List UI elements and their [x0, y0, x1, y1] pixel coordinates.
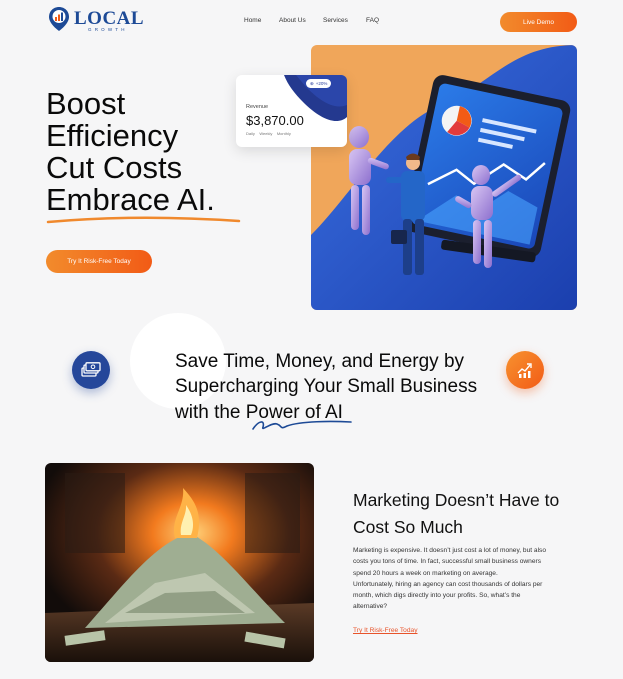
revenue-growth-badge: ⊕ +20% — [306, 79, 332, 88]
headline-squiggle-underline — [252, 420, 352, 430]
marketing-body-line: spend 20 hours a week on marketing on av… — [353, 569, 498, 577]
marketing-body-line: alternative? — [353, 603, 388, 611]
hero-headline-line-1: Boost — [46, 86, 126, 121]
tab-daily[interactable]: Daily — [246, 131, 255, 136]
marketing-body-line: costs you tons of time. In fact, success… — [353, 558, 541, 566]
growth-chart-icon — [517, 363, 532, 378]
marketing-body-line: Unfortunately, hiring an agency can cost… — [353, 580, 543, 588]
marketing-try-risk-free-link[interactable]: Try It Risk-Free Today — [353, 627, 418, 634]
headline-underline-swoosh — [46, 216, 241, 224]
tab-weekly[interactable]: Weekly — [259, 131, 272, 136]
ai-robots-handshake-illustration — [311, 45, 577, 310]
revenue-label: Revenue — [246, 104, 269, 110]
brand-logo[interactable]: LOCAL GROWTH — [48, 6, 158, 34]
nav-item-home[interactable]: Home — [244, 17, 261, 24]
marketing-body-line: month, which digs directly into your pro… — [353, 592, 521, 600]
try-risk-free-button[interactable]: Try It Risk-Free Today — [46, 250, 152, 273]
value-headline-line-2: Supercharging Your Small Business — [175, 376, 478, 397]
marketing-body: Marketing is expensive. It doesn’t just … — [353, 545, 575, 613]
marketing-title-line-2: Cost So Much — [353, 517, 463, 537]
revenue-period-tabs: Daily Weekly Monthly — [246, 131, 291, 136]
trend-up-icon: ⊕ — [310, 80, 314, 86]
marketing-body-line: Marketing is expensive. It doesn’t just … — [353, 547, 547, 554]
revenue-value: $3,870.00 — [246, 113, 304, 128]
nav-item-about[interactable]: About Us — [279, 17, 306, 24]
money-stack-badge — [72, 351, 110, 389]
marketing-title-line-1: Marketing Doesn’t Have to — [353, 490, 560, 510]
burning-money-image — [45, 463, 314, 662]
hero-illustration — [311, 45, 577, 310]
revenue-card: ⊕ +20% Revenue $3,870.00 Daily Weekly Mo… — [236, 75, 347, 147]
revenue-growth-value: +20% — [315, 81, 328, 86]
tab-monthly[interactable]: Monthly — [277, 131, 291, 136]
value-headline-line-1: Save Time, Money, and Energy by — [175, 351, 465, 372]
hero-headline-line-3: Cut Costs — [46, 150, 183, 185]
live-demo-button[interactable]: Live Demo — [500, 12, 577, 32]
location-pin-icon — [49, 7, 69, 31]
hero-headline-line-2: Efficiency — [46, 118, 179, 153]
growth-chart-badge — [506, 351, 544, 389]
brand-tagline: GROWTH — [88, 27, 128, 32]
burning-money-pile-photo — [45, 463, 314, 662]
nav-item-services[interactable]: Services — [323, 17, 348, 24]
nav-item-faq[interactable]: FAQ — [366, 17, 379, 24]
money-stack-icon — [81, 362, 101, 377]
